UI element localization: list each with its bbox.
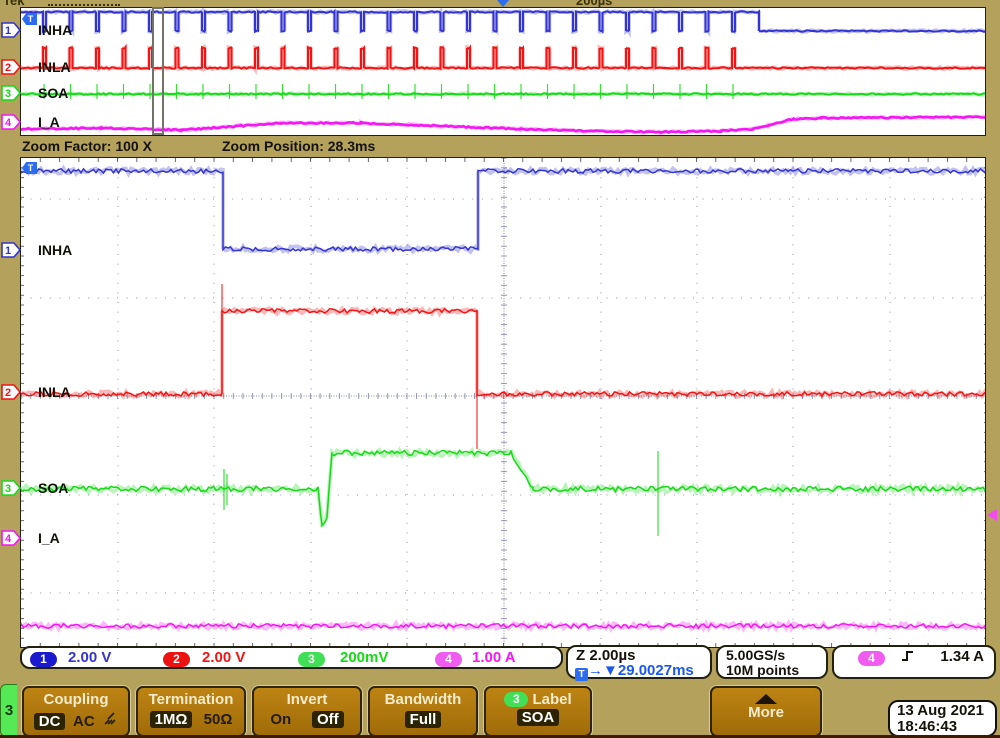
zoom-waveforms-svg [21, 158, 985, 647]
more-up-arrow-icon [755, 694, 777, 704]
trigger-level-arrow[interactable] [987, 509, 997, 521]
trigger-source-badge: 4 [858, 651, 885, 666]
channel-3-scale: 200mV [340, 649, 388, 666]
bandwidth-button[interactable]: Bandwidth Full [368, 686, 478, 737]
channel-1-oval-badge: 1 [30, 652, 57, 667]
channel-3-badge-overview[interactable]: 3 [1, 85, 21, 101]
datetime-display: 13 Aug 2021 18:46:43 [888, 700, 997, 737]
channel-4-label-overview: I_A [38, 115, 60, 129]
channel-3-oval-badge: 3 [298, 652, 325, 667]
svg-text:3: 3 [5, 88, 11, 100]
channel-2-badge-zoom[interactable]: 2 [1, 384, 21, 400]
trigger-t-icon: T [575, 668, 588, 681]
termination-title: Termination [138, 691, 244, 708]
svg-text:2: 2 [5, 387, 11, 399]
channel-3-label-overview: SOA [38, 86, 68, 100]
svg-text:4: 4 [5, 117, 12, 129]
trigger-position-marker[interactable] [497, 0, 509, 7]
termination-1mohm-option[interactable]: 1MΩ [150, 711, 193, 728]
channel-2-label-zoom: INLA [38, 385, 71, 399]
brand-logo: Tek [3, 0, 24, 7]
channel-1-badge-zoom[interactable]: 1 [1, 242, 21, 258]
termination-button[interactable]: Termination 1MΩ 50Ω [136, 686, 246, 737]
channel-1-badge-overview[interactable]: 1 [1, 22, 21, 38]
coupling-title: Coupling [24, 691, 128, 708]
label-button[interactable]: 3 Label SOA [484, 686, 592, 737]
channel-4-badge-overview[interactable]: 4 [1, 114, 21, 130]
label-title: 3 Label [486, 691, 590, 708]
label-value[interactable]: SOA [517, 709, 560, 726]
invert-title: Invert [254, 691, 360, 708]
zoom-position-text: Zoom Position: 28.3ms [222, 138, 375, 154]
svg-text:1: 1 [5, 245, 11, 257]
channel-menu-tab[interactable]: 3 [0, 684, 17, 737]
zoom-position-value: 29.0027ms [618, 662, 694, 679]
channel-4-scale: 1.00 A [472, 649, 516, 666]
svg-text:3: 3 [5, 483, 11, 495]
channel-4-oval-badge: 4 [435, 652, 462, 667]
coupling-dc-option[interactable]: DC [34, 713, 66, 730]
svg-text:1: 1 [5, 25, 11, 37]
more-button[interactable]: More [710, 686, 822, 737]
svg-text:2: 2 [5, 62, 11, 74]
zoom-waveform-window [20, 157, 986, 648]
coupling-ac-option[interactable]: AC [73, 713, 95, 730]
zoom-info-bar: Zoom Factor: 100 X Zoom Position: 28.3ms [0, 136, 1000, 157]
trigger-level-value: 1.34 A [940, 648, 984, 665]
channel-4-label-zoom: I_A [38, 531, 60, 545]
oscilloscope-screen: Tek 200µs T 1 2 3 4 INHA INLA SOA I_A Zo… [0, 0, 1000, 738]
invert-off-option[interactable]: Off [312, 711, 344, 728]
channel-3-label-zoom: SOA [38, 481, 68, 495]
record-overview-window [20, 7, 986, 136]
channel-3-badge-zoom[interactable]: 3 [1, 480, 21, 496]
time-text: 18:46:43 [897, 719, 995, 735]
main-timebase-fragment: 200µs [576, 0, 612, 7]
acquisition-indicator [48, 4, 120, 6]
invert-button[interactable]: Invert On Off [252, 686, 362, 737]
coupling-ground-icon[interactable] [102, 711, 118, 731]
termination-50ohm-option[interactable]: 50Ω [204, 711, 233, 728]
zoom-timebase-readout[interactable]: Z 2.00µs T→▼29.0027ms [566, 645, 712, 679]
overview-waveforms-svg [21, 8, 985, 135]
trigger-slope-icon [900, 648, 915, 669]
zoom-region-bracket[interactable] [152, 7, 164, 135]
channel-1-label-overview: INHA [38, 23, 72, 37]
record-length: 10M points [726, 662, 799, 678]
coupling-button[interactable]: Coupling DC AC [22, 686, 130, 737]
sample-rate: 5.00GS/s [726, 647, 785, 663]
channel-2-badge-overview[interactable]: 2 [1, 59, 21, 75]
more-title: More [712, 704, 820, 721]
channel-2-oval-badge: 2 [163, 652, 190, 667]
label-channel-badge: 3 [504, 692, 528, 707]
trigger-readout[interactable]: 4 1.34 A [832, 645, 996, 679]
zoom-factor-text: Zoom Factor: 100 X [22, 138, 152, 154]
date-text: 13 Aug 2021 [897, 703, 995, 719]
channel-2-scale: 2.00 V [202, 649, 245, 666]
zoom-position-arrows: →▼ [588, 662, 618, 679]
bandwidth-title: Bandwidth [370, 691, 476, 708]
channel-1-scale: 2.00 V [68, 649, 111, 666]
acquisition-readout[interactable]: 5.00GS/s 10M points [716, 645, 828, 679]
svg-text:4: 4 [5, 533, 12, 545]
channel-2-label-overview: INLA [38, 60, 71, 74]
channel-scales-readout[interactable]: 1 2.00 V 2 2.00 V 3 200mV 4 1.00 A [20, 646, 563, 669]
channel-4-badge-zoom[interactable]: 4 [1, 530, 21, 546]
invert-on-option[interactable]: On [270, 711, 291, 728]
bandwidth-value[interactable]: Full [405, 711, 442, 728]
channel-1-label-zoom: INHA [38, 243, 72, 257]
